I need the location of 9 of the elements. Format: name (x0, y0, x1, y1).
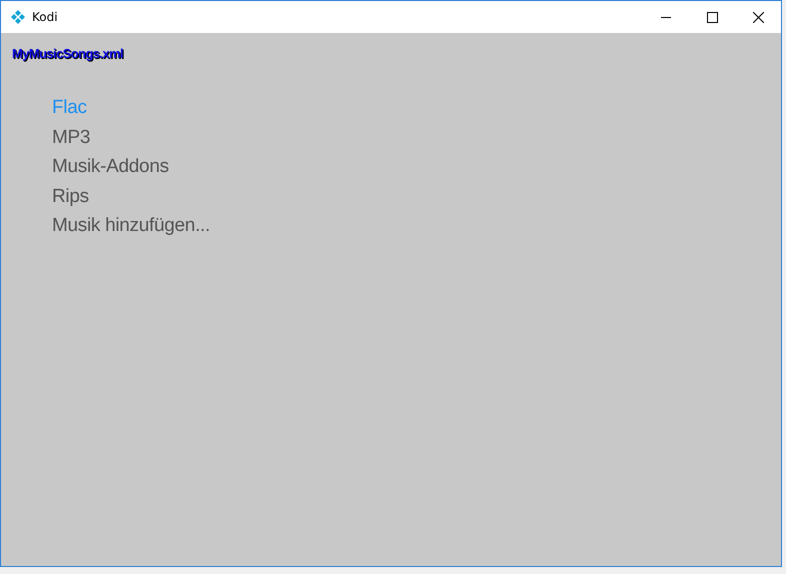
window-title: Kodi (32, 10, 58, 24)
file-name-label: MyMusicSongs.xml (12, 46, 124, 61)
close-icon[interactable] (752, 12, 764, 22)
menu-item[interactable]: MP3 (52, 122, 90, 152)
menu-item[interactable]: Rips (52, 182, 89, 211)
menu-item[interactable]: Musik hinzufügen... (52, 211, 210, 240)
maximize-icon[interactable] (706, 12, 718, 22)
app-logo-icon (11, 10, 25, 24)
menu-item[interactable]: Musik-Addons (52, 152, 169, 182)
